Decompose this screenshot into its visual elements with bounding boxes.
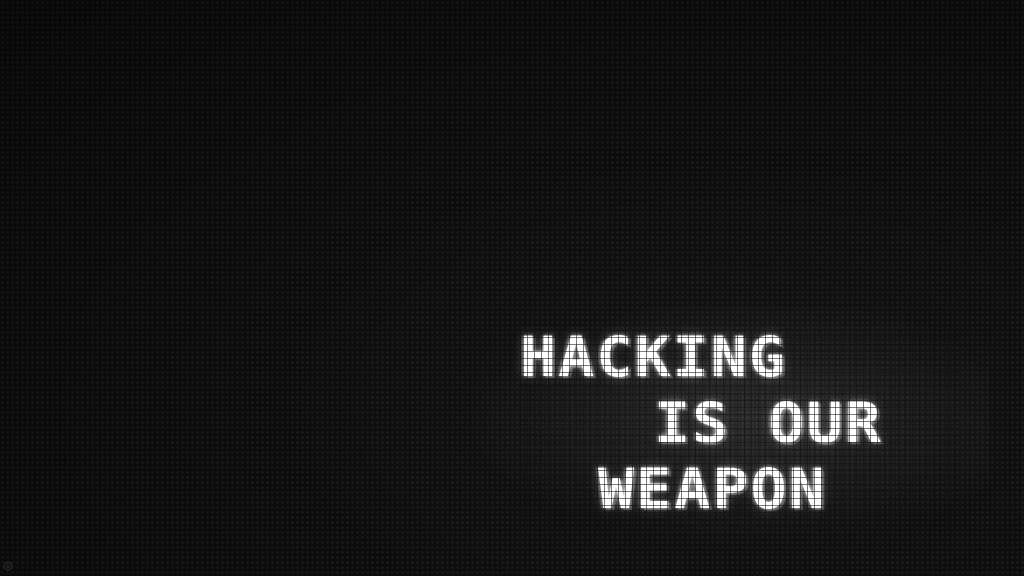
slogan: HACKING IS OUR WEAPON [520, 330, 960, 530]
slogan-line-2: IS OUR [654, 391, 883, 456]
wallpaper: HACKING IS OUR WEAPON [0, 0, 1024, 576]
slogan-line-3: WEAPON [598, 457, 827, 522]
circle-logo-icon [3, 561, 13, 571]
slogan-line-1: HACKING [520, 325, 787, 390]
